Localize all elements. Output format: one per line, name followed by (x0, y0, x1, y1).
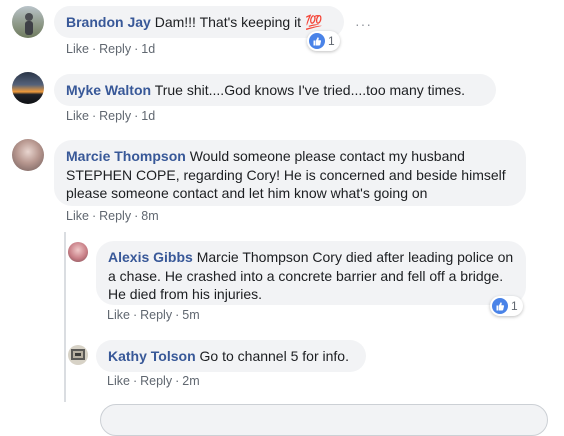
timestamp[interactable]: 5m (182, 308, 199, 322)
comment-bubble: Marcie Thompson Would someone please con… (54, 140, 526, 206)
avatar[interactable] (12, 139, 44, 171)
timestamp[interactable]: 1d (141, 109, 155, 123)
reply-link[interactable]: Reply (140, 308, 172, 322)
separator: · (132, 308, 138, 322)
commenter-name[interactable]: Myke Walton (66, 82, 151, 98)
like-link[interactable]: Like (107, 374, 130, 388)
separator: · (91, 209, 97, 223)
reply-actions: Like · Reply · 5m (107, 308, 200, 322)
person-silhouette-icon (25, 13, 33, 35)
reply-link[interactable]: Reply (99, 109, 131, 123)
avatar[interactable] (68, 242, 88, 262)
separator: · (91, 109, 97, 123)
avatar[interactable] (68, 345, 88, 365)
comment-bubble: Myke Walton True shit....God knows I've … (54, 74, 496, 106)
reply-link[interactable]: Reply (99, 42, 131, 56)
commenter-name[interactable]: Kathy Tolson (108, 348, 196, 364)
reply-actions: Like · Reply · 2m (107, 374, 200, 388)
separator: · (132, 374, 138, 388)
reaction-badge[interactable]: 1 (490, 296, 523, 316)
separator: · (134, 109, 139, 123)
like-link[interactable]: Like (66, 42, 89, 56)
comment-actions: Like · Reply · 1d (66, 109, 155, 123)
profile-picture-icon (71, 349, 85, 360)
avatar[interactable] (12, 6, 44, 38)
separator: · (134, 42, 139, 56)
separator: · (134, 209, 139, 223)
commenter-name[interactable]: Alexis Gibbs (108, 249, 193, 265)
like-link[interactable]: Like (107, 308, 130, 322)
comment-bubble: Brandon Jay Dam!!! That's keeping it 💯 (54, 6, 344, 38)
comment-text: Go to channel 5 for info. (199, 348, 349, 364)
timestamp[interactable]: 2m (182, 374, 199, 388)
reply-link[interactable]: Reply (99, 209, 131, 223)
reply-thread-line (64, 232, 66, 402)
comment-text: Dam!!! That's keeping it 💯 (154, 14, 323, 30)
thumbs-up-icon (309, 33, 325, 49)
avatar[interactable] (12, 72, 44, 104)
reply-bubble: Alexis Gibbs Marcie Thompson Cory died a… (96, 241, 526, 305)
separator: · (175, 374, 180, 388)
reply-link[interactable]: Reply (140, 374, 172, 388)
separator: · (175, 308, 180, 322)
separator: · (91, 42, 97, 56)
comment-text: True shit....God knows I've tried....too… (154, 82, 465, 98)
commenter-name[interactable]: Brandon Jay (66, 14, 151, 30)
timestamp[interactable]: 8m (141, 209, 158, 223)
comment-actions: Like · Reply · 1d (66, 42, 155, 56)
like-link[interactable]: Like (66, 109, 89, 123)
reply-bubble: Kathy Tolson Go to channel 5 for info. (96, 340, 366, 372)
commenter-name[interactable]: Marcie Thompson (66, 148, 186, 164)
thumbs-up-icon (492, 298, 508, 314)
timestamp[interactable]: 1d (141, 42, 155, 56)
more-options-icon[interactable]: ··· (355, 16, 372, 32)
reaction-count: 1 (328, 34, 335, 48)
reaction-badge[interactable]: 1 (307, 31, 340, 51)
reaction-count: 1 (511, 299, 518, 313)
like-link[interactable]: Like (66, 209, 89, 223)
comment-actions: Like · Reply · 8m (66, 209, 159, 223)
